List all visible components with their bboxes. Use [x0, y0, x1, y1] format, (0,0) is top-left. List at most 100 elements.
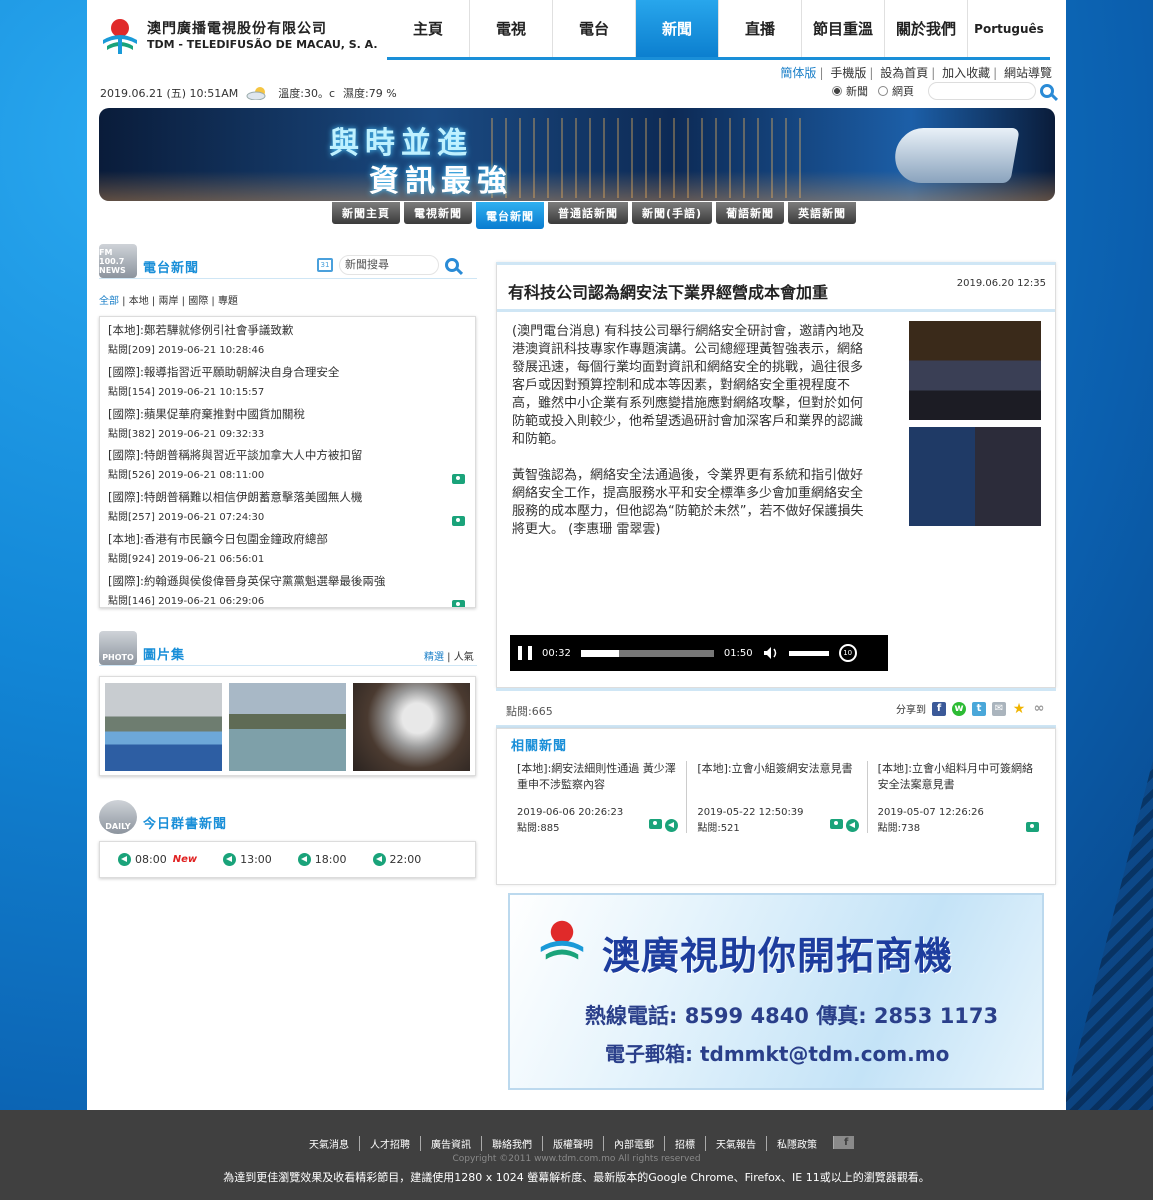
facebook-icon[interactable]: f	[833, 1136, 854, 1149]
list-item[interactable]: [國際]:報導指習近平願助朝解決自身合理安全 點閱[154] 2019-06-21…	[108, 363, 467, 405]
link-mobile[interactable]: 手機版	[830, 66, 866, 80]
news-headline[interactable]: [國際]:報導指習近平願助朝解決自身合理安全	[108, 364, 467, 380]
link-sitemap[interactable]: 網站導覽	[1004, 66, 1052, 80]
radio-web[interactable]	[878, 86, 888, 96]
rewind-button[interactable]: 10	[838, 644, 857, 662]
nav-live[interactable]: 直播	[719, 0, 802, 57]
photo-thumb[interactable]	[105, 683, 222, 771]
list-item[interactable]: [本地]:香港有市民籲今日包圍金鐘政府總部點閱[924] 2019-06-21 …	[108, 530, 467, 572]
advert-banner[interactable]: 澳廣視助你開拓商機 熱線電話: 8599 4840 傳真: 2853 1173 …	[508, 893, 1044, 1090]
daily-slot[interactable]: 08:00 New	[118, 853, 197, 866]
subnav-radio-news[interactable]: 電台新聞	[476, 202, 544, 229]
news-headline[interactable]: [本地]:香港有市民籲今日包圍金鐘政府總部	[108, 531, 467, 547]
subnav-tv-news[interactable]: 電視新聞	[404, 202, 472, 224]
radio-news-list: [本地]:鄭若驊就修例引社會爭議致歉 點閱[209] 2019-06-21 10:…	[99, 316, 476, 608]
subnav-news-home[interactable]: 新聞主頁	[332, 202, 400, 224]
facebook-icon[interactable]: f	[932, 701, 946, 716]
footer-link[interactable]: 聯絡我們	[481, 1136, 542, 1151]
photo-tab-featured[interactable]: 精選	[424, 652, 444, 663]
nav-about[interactable]: 關於我們	[885, 0, 968, 57]
ad-headline: 澳廣視助你開拓商機	[602, 934, 954, 978]
search-icon[interactable]	[445, 258, 459, 272]
news-search-input[interactable]: 新聞搜尋	[339, 255, 439, 275]
link-icon[interactable]: ∞	[1032, 701, 1046, 716]
footer-link[interactable]: 廣告資訊	[420, 1136, 481, 1151]
link-set-home[interactable]: 設為首頁	[880, 66, 928, 80]
humidity: 濕度:79 %	[343, 87, 397, 100]
email-icon[interactable]: ✉	[992, 701, 1006, 716]
news-headline[interactable]: [國際]:約翰遜與侯俊偉晉身英保守黨黨魁選舉最後兩強	[108, 573, 467, 589]
subnav-mandarin-news[interactable]: 普通話新聞	[548, 202, 628, 224]
nav-replay[interactable]: 節目重溫	[802, 0, 885, 57]
progress-bar[interactable]	[580, 649, 714, 657]
news-meta: 點閱[924] 2019-06-21 06:56:01	[108, 553, 265, 565]
site-logo[interactable]: 澳門廣播電視股份有限公司 TDM - TELEDIFUSÃO DE MACAU,…	[99, 16, 379, 56]
footer-link[interactable]: 人才招聘	[359, 1136, 420, 1151]
nav-radio[interactable]: 電台	[553, 0, 636, 57]
nav-news[interactable]: 新聞	[636, 0, 719, 57]
link-bookmark[interactable]: 加入收藏	[942, 66, 990, 80]
footer-link[interactable]: 版權聲明	[542, 1136, 603, 1151]
article-photo[interactable]	[909, 427, 1041, 526]
related-item[interactable]: [本地]:立會小組料月中可簽網絡安全法案意見書 2019-05-07 12:26:…	[868, 761, 1047, 834]
ad-email: 電子郵箱: tdmmkt@tdm.com.mo	[605, 1042, 950, 1066]
filter-local[interactable]: 本地	[129, 296, 149, 307]
weather-bar: 2019.06.21 (五) 10:51AM 溫度:30。c 濕度:79 %	[100, 85, 397, 101]
photo-thumb[interactable]	[229, 683, 346, 771]
news-headline[interactable]: [國際]:特朗普稱將與習近平談加拿大人中方被扣留	[108, 447, 467, 463]
article-photo[interactable]	[909, 321, 1041, 420]
nav-tv[interactable]: 電視	[470, 0, 553, 57]
search-icon[interactable]	[1040, 84, 1054, 98]
related-news: 相關新聞 [本地]:網安法細則性通過 黃少澤重申不涉監察內容 2019-06-06…	[496, 728, 1056, 885]
photo-title: 圖片集	[143, 648, 186, 663]
list-item[interactable]: [國際]:蘋果促華府棄推對中國貨加關稅點閱[382] 2019-06-21 09…	[108, 405, 467, 447]
list-item[interactable]: [國際]:約翰遜與侯俊偉晉身英保守黨黨魁選舉最後兩強 點閱[146] 2019-0…	[108, 572, 467, 607]
photo-thumb[interactable]	[353, 683, 470, 771]
subnav-sign-news[interactable]: 新聞(手語)	[632, 202, 713, 224]
twitter-icon[interactable]: t	[972, 701, 986, 716]
pause-button[interactable]	[518, 646, 532, 660]
background-decoration	[1063, 760, 1153, 1110]
star-icon[interactable]: ★	[1012, 701, 1026, 717]
volume-icon[interactable]	[763, 646, 779, 660]
subnav-english-news[interactable]: 英語新聞	[788, 202, 857, 224]
nav-portuguese[interactable]: Português	[968, 0, 1050, 57]
list-item[interactable]: [本地]:鄭若驊就修例引社會爭議致歉 點閱[209] 2019-06-21 10:…	[108, 321, 467, 363]
link-simplified[interactable]: 簡体版	[780, 66, 816, 80]
related-headline[interactable]: [本地]:立會小組簽網安法意見書	[697, 761, 856, 807]
play-icon	[372, 853, 386, 866]
daily-slot[interactable]: 13:00	[223, 853, 272, 866]
news-headline[interactable]: [國際]:蘋果促華府棄推對中國貨加關稅	[108, 406, 467, 422]
daily-slot[interactable]: 22:00	[372, 853, 421, 866]
logo-english-name: TDM - TELEDIFUSÃO DE MACAU, S. A.	[147, 38, 378, 51]
subnav-portuguese-news[interactable]: 葡語新聞	[716, 202, 785, 224]
footer-link[interactable]: 天氣消息	[299, 1136, 359, 1151]
footer-link[interactable]: 天氣報告	[705, 1136, 766, 1151]
filter-cross-strait[interactable]: 兩岸	[158, 296, 178, 307]
list-item[interactable]: [國際]:特朗普稱難以相信伊朗蓄意擊落美國無人機 點閱[257] 2019-06-…	[108, 488, 467, 530]
footer-link[interactable]: 招標	[664, 1136, 705, 1151]
news-headline[interactable]: [本地]:鄭若驊就修例引社會爭議致歉	[108, 322, 467, 338]
calendar-icon[interactable]: 31	[317, 258, 333, 272]
filter-international[interactable]: 國際	[188, 296, 208, 307]
related-item[interactable]: [本地]:立會小組簽網安法意見書 2019-05-22 12:50:39 點閱:52…	[687, 761, 868, 834]
site-search-input[interactable]	[928, 82, 1036, 100]
volume-slider[interactable]	[788, 650, 829, 656]
news-meta: 點閱[382] 2019-06-21 09:32:33	[108, 428, 265, 440]
filter-all[interactable]: 全部	[99, 296, 119, 307]
new-badge: New	[172, 854, 198, 865]
daily-slot[interactable]: 18:00	[297, 853, 347, 866]
news-headline[interactable]: [國際]:特朗普稱難以相信伊朗蓄意擊落美國無人機	[108, 489, 467, 505]
photo-tab-popular[interactable]: 人氣	[454, 652, 474, 663]
footer-link[interactable]: 內部電郵	[603, 1136, 664, 1151]
filter-feature[interactable]: 專題	[218, 296, 238, 307]
nav-home[interactable]: 主頁	[387, 0, 470, 57]
related-headline[interactable]: [本地]:立會小組料月中可簽網絡安全法案意見書	[878, 761, 1037, 807]
related-item[interactable]: [本地]:網安法細則性通過 黃少澤重申不涉監察內容 2019-06-06 20:2…	[507, 761, 688, 834]
related-headline[interactable]: [本地]:網安法細則性通過 黃少澤重申不涉監察內容	[517, 761, 676, 807]
related-title: 相關新聞	[511, 739, 568, 754]
wechat-icon[interactable]: w	[952, 701, 966, 716]
radio-news[interactable]	[832, 86, 842, 96]
list-item[interactable]: [國際]:特朗普稱將與習近平談加拿大人中方被扣留 點閱[526] 2019-06-…	[108, 446, 467, 488]
footer-link[interactable]: 私隱政策	[766, 1136, 827, 1151]
